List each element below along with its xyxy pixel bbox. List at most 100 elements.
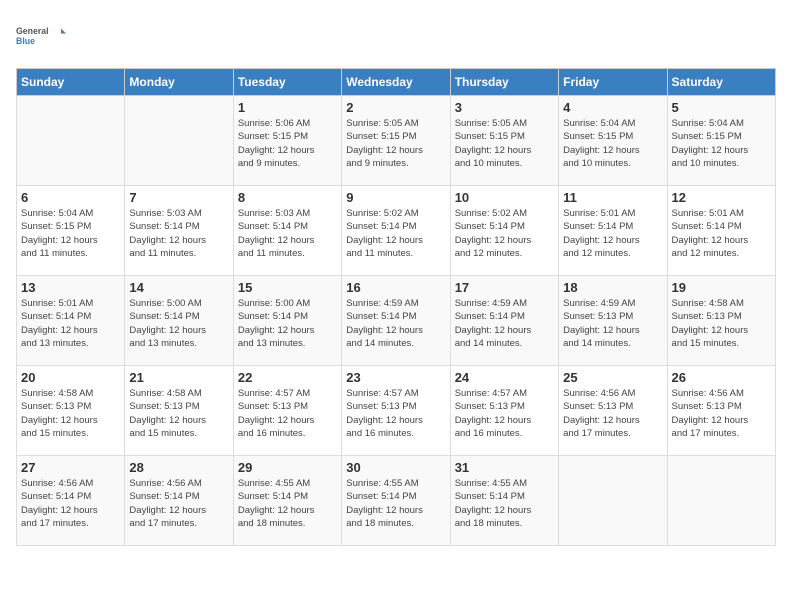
week-row-5: 27Sunrise: 4:56 AM Sunset: 5:14 PM Dayli… [17, 456, 776, 546]
day-info: Sunrise: 4:57 AM Sunset: 5:13 PM Dayligh… [455, 387, 554, 440]
day-number: 22 [238, 370, 337, 385]
day-cell: 31 Sunrise: 4:55 AM Sunset: 5:14 PM Dayli… [450, 456, 558, 546]
day-info: Sunrise: 4:55 AM Sunset: 5:14 PM Dayligh… [238, 477, 337, 530]
day-number: 14 [129, 280, 228, 295]
day-info: Sunrise: 4:57 AM Sunset: 5:13 PM Dayligh… [346, 387, 445, 440]
day-number: 4 [563, 100, 662, 115]
day-info: Sunrise: 4:55 AM Sunset: 5:14 PM Dayligh… [346, 477, 445, 530]
day-number: 18 [563, 280, 662, 295]
day-info: Sunrise: 5:05 AM Sunset: 5:15 PM Dayligh… [346, 117, 445, 170]
day-info: Sunrise: 4:56 AM Sunset: 5:13 PM Dayligh… [672, 387, 771, 440]
day-cell [667, 456, 775, 546]
week-row-3: 13 Sunrise: 5:01 AM Sunset: 5:14 PM Dayli… [17, 276, 776, 366]
day-cell: 26Sunrise: 4:56 AM Sunset: 5:13 PM Dayli… [667, 366, 775, 456]
day-cell: 19Sunrise: 4:58 AM Sunset: 5:13 PM Dayli… [667, 276, 775, 366]
day-info: Sunrise: 5:04 AM Sunset: 5:15 PM Dayligh… [672, 117, 771, 170]
day-cell: 1Sunrise: 5:06 AM Sunset: 5:15 PM Daylig… [233, 96, 341, 186]
day-info: Sunrise: 5:02 AM Sunset: 5:14 PM Dayligh… [455, 207, 554, 260]
day-cell: 22 Sunrise: 4:57 AM Sunset: 5:13 PM Dayli… [233, 366, 341, 456]
logo: General Blue [16, 16, 66, 56]
day-cell: 9 Sunrise: 5:02 AM Sunset: 5:14 PM Daylig… [342, 186, 450, 276]
day-info: Sunrise: 5:01 AM Sunset: 5:14 PM Dayligh… [563, 207, 662, 260]
day-number: 1 [238, 100, 337, 115]
day-info: Sunrise: 4:59 AM Sunset: 5:13 PM Dayligh… [563, 297, 662, 350]
day-info: Sunrise: 5:01 AM Sunset: 5:14 PM Dayligh… [21, 297, 120, 350]
day-number: 13 [21, 280, 120, 295]
col-header-saturday: Saturday [667, 69, 775, 96]
day-number: 16 [346, 280, 445, 295]
day-info: Sunrise: 4:56 AM Sunset: 5:13 PM Dayligh… [563, 387, 662, 440]
day-number: 25 [563, 370, 662, 385]
day-number: 15 [238, 280, 337, 295]
day-cell: 8 Sunrise: 5:03 AM Sunset: 5:14 PM Daylig… [233, 186, 341, 276]
col-header-sunday: Sunday [17, 69, 125, 96]
day-cell: 2Sunrise: 5:05 AM Sunset: 5:15 PM Daylig… [342, 96, 450, 186]
day-number: 27 [21, 460, 120, 475]
day-number: 8 [238, 190, 337, 205]
day-info: Sunrise: 5:00 AM Sunset: 5:14 PM Dayligh… [129, 297, 228, 350]
day-number: 30 [346, 460, 445, 475]
logo-svg: General Blue [16, 16, 66, 56]
day-info: Sunrise: 5:05 AM Sunset: 5:15 PM Dayligh… [455, 117, 554, 170]
day-info: Sunrise: 5:04 AM Sunset: 5:15 PM Dayligh… [563, 117, 662, 170]
day-cell: 14 Sunrise: 5:00 AM Sunset: 5:14 PM Dayli… [125, 276, 233, 366]
day-cell: 18 Sunrise: 4:59 AM Sunset: 5:13 PM Dayli… [559, 276, 667, 366]
day-cell [17, 96, 125, 186]
day-number: 12 [672, 190, 771, 205]
day-cell: 29 Sunrise: 4:55 AM Sunset: 5:14 PM Dayli… [233, 456, 341, 546]
header-row: SundayMondayTuesdayWednesdayThursdayFrid… [17, 69, 776, 96]
col-header-tuesday: Tuesday [233, 69, 341, 96]
day-info: Sunrise: 5:01 AM Sunset: 5:14 PM Dayligh… [672, 207, 771, 260]
day-number: 29 [238, 460, 337, 475]
day-info: Sunrise: 4:57 AM Sunset: 5:13 PM Dayligh… [238, 387, 337, 440]
col-header-wednesday: Wednesday [342, 69, 450, 96]
day-cell: 16 Sunrise: 4:59 AM Sunset: 5:14 PM Dayli… [342, 276, 450, 366]
svg-text:Blue: Blue [16, 36, 35, 46]
col-header-thursday: Thursday [450, 69, 558, 96]
day-cell: 30 Sunrise: 4:55 AM Sunset: 5:14 PM Dayli… [342, 456, 450, 546]
day-number: 31 [455, 460, 554, 475]
day-cell: 25 Sunrise: 4:56 AM Sunset: 5:13 PM Dayli… [559, 366, 667, 456]
day-info: Sunrise: 4:59 AM Sunset: 5:14 PM Dayligh… [455, 297, 554, 350]
day-info: Sunrise: 4:58 AM Sunset: 5:13 PM Dayligh… [129, 387, 228, 440]
day-number: 6 [21, 190, 120, 205]
day-cell: 12 Sunrise: 5:01 AM Sunset: 5:14 PM Dayli… [667, 186, 775, 276]
day-cell: 6 Sunrise: 5:04 AM Sunset: 5:15 PM Daylig… [17, 186, 125, 276]
day-number: 28 [129, 460, 228, 475]
day-cell: 21 Sunrise: 4:58 AM Sunset: 5:13 PM Dayli… [125, 366, 233, 456]
day-number: 19 [672, 280, 771, 295]
day-number: 11 [563, 190, 662, 205]
day-number: 20 [21, 370, 120, 385]
week-row-1: 1Sunrise: 5:06 AM Sunset: 5:15 PM Daylig… [17, 96, 776, 186]
day-number: 5 [672, 100, 771, 115]
calendar-table: SundayMondayTuesdayWednesdayThursdayFrid… [16, 68, 776, 546]
col-header-monday: Monday [125, 69, 233, 96]
day-cell: 23Sunrise: 4:57 AM Sunset: 5:13 PM Dayli… [342, 366, 450, 456]
day-info: Sunrise: 4:55 AM Sunset: 5:14 PM Dayligh… [455, 477, 554, 530]
day-cell: 5 Sunrise: 5:04 AM Sunset: 5:15 PM Daylig… [667, 96, 775, 186]
day-info: Sunrise: 4:59 AM Sunset: 5:14 PM Dayligh… [346, 297, 445, 350]
day-cell: 3 Sunrise: 5:05 AM Sunset: 5:15 PM Daylig… [450, 96, 558, 186]
day-cell: 13 Sunrise: 5:01 AM Sunset: 5:14 PM Dayli… [17, 276, 125, 366]
day-number: 9 [346, 190, 445, 205]
day-info: Sunrise: 5:00 AM Sunset: 5:14 PM Dayligh… [238, 297, 337, 350]
day-cell: 24 Sunrise: 4:57 AM Sunset: 5:13 PM Dayli… [450, 366, 558, 456]
week-row-4: 20 Sunrise: 4:58 AM Sunset: 5:13 PM Dayli… [17, 366, 776, 456]
day-number: 3 [455, 100, 554, 115]
day-cell: 20Sunrise: 4:58 AM Sunset: 5:13 PM Dayli… [17, 366, 125, 456]
day-info: Sunrise: 5:03 AM Sunset: 5:14 PM Dayligh… [129, 207, 228, 260]
day-cell: 11 Sunrise: 5:01 AM Sunset: 5:14 PM Dayli… [559, 186, 667, 276]
day-number: 10 [455, 190, 554, 205]
day-number: 24 [455, 370, 554, 385]
day-number: 7 [129, 190, 228, 205]
day-info: Sunrise: 5:03 AM Sunset: 5:14 PM Dayligh… [238, 207, 337, 260]
day-cell: 17Sunrise: 4:59 AM Sunset: 5:14 PM Dayli… [450, 276, 558, 366]
week-row-2: 6 Sunrise: 5:04 AM Sunset: 5:15 PM Daylig… [17, 186, 776, 276]
header: General Blue [16, 16, 776, 56]
day-cell: 4 Sunrise: 5:04 AM Sunset: 5:15 PM Daylig… [559, 96, 667, 186]
day-info: Sunrise: 5:04 AM Sunset: 5:15 PM Dayligh… [21, 207, 120, 260]
svg-text:General: General [16, 26, 49, 36]
day-number: 21 [129, 370, 228, 385]
day-info: Sunrise: 5:02 AM Sunset: 5:14 PM Dayligh… [346, 207, 445, 260]
day-cell: 28Sunrise: 4:56 AM Sunset: 5:14 PM Dayli… [125, 456, 233, 546]
